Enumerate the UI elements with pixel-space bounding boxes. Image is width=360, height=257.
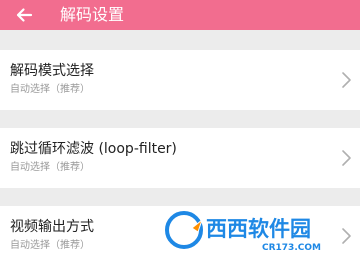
setting-skip-loop-filter[interactable]: 跳过循环滤波 (loop-filter) 自动选择（推荐） xyxy=(0,128,360,188)
setting-value: 自动选择（推荐） xyxy=(10,162,90,173)
app-bar: 解码设置 xyxy=(0,0,360,30)
chevron-right-icon xyxy=(340,227,352,245)
setting-title: 解码模式选择 xyxy=(10,63,94,79)
setting-video-output[interactable]: 视频输出方式 自动选择（推荐） xyxy=(0,206,360,257)
setting-decode-mode[interactable]: 解码模式选择 自动选择（推荐） xyxy=(0,50,360,110)
decode-settings-screen: 解码设置 解码模式选择 自动选择（推荐） 跳过循环滤波 (loop-filter… xyxy=(0,0,360,257)
setting-title: 视频输出方式 xyxy=(10,219,94,235)
setting-value: 自动选择（推荐） xyxy=(10,240,90,251)
setting-title: 跳过循环滤波 (loop-filter) xyxy=(10,141,177,157)
back-button[interactable] xyxy=(10,1,38,29)
chevron-right-icon xyxy=(340,149,352,167)
setting-value: 自动选择（推荐） xyxy=(10,84,90,95)
chevron-right-icon xyxy=(340,71,352,89)
page-title: 解码设置 xyxy=(60,5,125,24)
arrow-left-icon xyxy=(16,8,33,22)
